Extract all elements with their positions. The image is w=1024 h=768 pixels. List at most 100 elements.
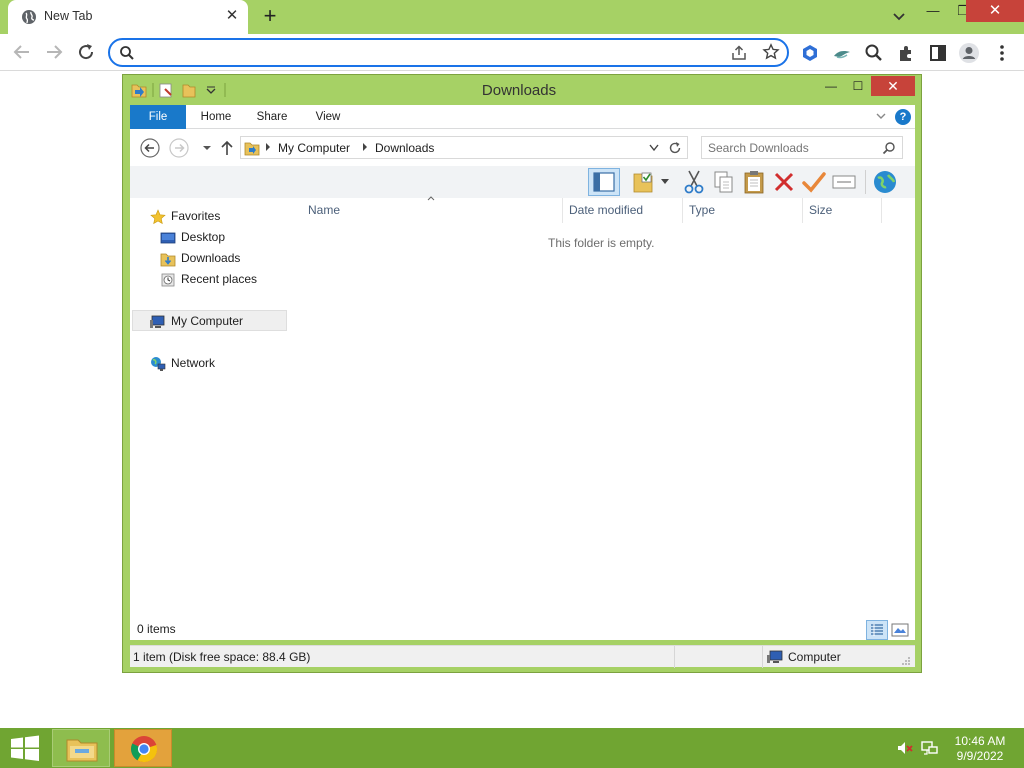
navigation-pane: Favorites Desktop Downloads Recent place… <box>130 198 290 640</box>
nav-item-desktop[interactable]: Desktop <box>160 227 280 248</box>
file-explorer-icon <box>66 739 98 762</box>
globe-icon[interactable] <box>871 168 899 196</box>
explorer-search-box[interactable] <box>701 136 903 159</box>
back-arrow-icon[interactable] <box>139 137 161 159</box>
breadcrumb-separator-icon <box>363 143 367 151</box>
nav-item-recent-places[interactable]: Recent places <box>160 269 285 290</box>
large-icons-view-icon[interactable] <box>889 620 911 640</box>
details-view-icon[interactable] <box>866 620 888 640</box>
taskbar-clock[interactable]: 10:46 AM 9/9/2022 <box>945 734 1015 764</box>
recent-places-icon <box>161 273 175 287</box>
column-header-date-modified[interactable]: Date modified <box>563 198 680 223</box>
nav-label: Desktop <box>181 230 226 244</box>
folder-icon <box>244 142 260 156</box>
taskbar-chrome[interactable] <box>114 729 172 767</box>
expand-ribbon-icon[interactable] <box>874 109 888 123</box>
command-divider <box>865 170 866 194</box>
explorer-window: Downloads — ☐ ✕ File Home Share View ? M… <box>122 74 922 673</box>
browser-close-button[interactable]: ✕ <box>966 0 1024 22</box>
address-dropdown-icon[interactable] <box>648 143 660 153</box>
column-header-size[interactable]: Size <box>803 198 880 223</box>
browser-tab-strip: New Tab ✕ + — ❐ ✕ <box>0 0 1024 34</box>
omnibox-input[interactable] <box>140 43 720 62</box>
breadcrumb-my-computer[interactable]: My Computer <box>278 141 350 155</box>
status-disk-space: 1 item (Disk free space: 88.4 GB) <box>133 650 311 664</box>
clock-date: 9/9/2022 <box>956 749 1004 763</box>
ribbon-tab-share[interactable]: Share <box>246 105 298 129</box>
browser-toolbar <box>0 34 1024 71</box>
forward-arrow-icon[interactable] <box>168 137 190 159</box>
nav-item-favorites[interactable]: Favorites <box>150 206 270 227</box>
browser-tab-new-tab[interactable]: New Tab ✕ <box>8 0 248 34</box>
extension-bird-icon[interactable] <box>831 42 853 64</box>
refresh-button[interactable] <box>663 136 688 159</box>
status-bar: 1 item (Disk free space: 88.4 GB) Comput… <box>130 645 915 668</box>
up-arrow-icon[interactable] <box>216 137 238 159</box>
nav-label: Favorites <box>171 209 221 223</box>
preview-pane-icon[interactable] <box>588 168 620 196</box>
star-icon <box>150 209 166 225</box>
desktop-icon <box>160 232 176 244</box>
ribbon-tab-view[interactable]: View <box>304 105 352 129</box>
forward-arrow-icon[interactable] <box>42 41 66 63</box>
breadcrumb-downloads[interactable]: Downloads <box>375 141 434 155</box>
nav-label: Recent places <box>181 272 258 286</box>
column-header-name[interactable]: Name <box>301 198 560 223</box>
extension-hexagon-icon[interactable] <box>799 42 821 64</box>
zoom-search-icon[interactable] <box>863 42 885 64</box>
explorer-search-input[interactable] <box>708 140 876 156</box>
browser-minimize-button[interactable]: — <box>916 0 950 22</box>
tab-close-icon[interactable]: ✕ <box>224 8 240 24</box>
details-bar: 0 items <box>130 620 915 640</box>
explorer-close-button[interactable]: ✕ <box>871 76 915 96</box>
extensions-icon[interactable] <box>895 42 917 64</box>
ribbon-tabs: File Home Share View ? <box>130 105 915 129</box>
nav-item-downloads[interactable]: Downloads <box>160 248 280 269</box>
breadcrumb-separator-icon <box>266 143 270 151</box>
profile-icon[interactable] <box>958 42 980 64</box>
reload-icon[interactable] <box>74 41 98 63</box>
clock-time: 10:46 AM <box>954 734 1006 748</box>
network-tray-icon[interactable] <box>920 738 940 758</box>
paste-icon[interactable] <box>740 168 768 196</box>
speaker-muted-icon[interactable] <box>895 738 915 758</box>
chevron-down-icon[interactable] <box>887 6 911 28</box>
star-icon[interactable] <box>762 43 780 61</box>
copy-icon[interactable] <box>710 168 738 196</box>
recent-locations-chevron-icon[interactable] <box>196 137 218 159</box>
explorer-title: Downloads <box>481 82 557 99</box>
search-icon <box>882 142 895 155</box>
ribbon-tab-home[interactable]: Home <box>192 105 240 129</box>
folder-options-icon[interactable] <box>630 168 658 196</box>
chevron-down-icon[interactable] <box>660 178 670 186</box>
side-panel-icon[interactable] <box>927 42 949 64</box>
windows-logo-icon[interactable] <box>0 728 50 768</box>
resize-grip-icon[interactable] <box>901 656 911 666</box>
explorer-minimize-button[interactable]: — <box>819 76 843 96</box>
taskbar: 10:46 AM 9/9/2022 <box>0 728 1024 768</box>
new-tab-button[interactable]: + <box>258 5 282 29</box>
ribbon-tab-file[interactable]: File <box>130 105 186 129</box>
cut-icon[interactable] <box>680 168 708 196</box>
nav-label: Network <box>171 356 216 370</box>
chrome-icon <box>131 736 158 763</box>
back-arrow-icon[interactable] <box>10 41 34 63</box>
share-icon[interactable] <box>730 44 748 62</box>
delete-icon[interactable] <box>770 168 798 196</box>
explorer-content: Favorites Desktop Downloads Recent place… <box>130 196 915 640</box>
explorer-title-bar: Downloads — ☐ ✕ <box>123 75 921 104</box>
explorer-address-bar[interactable]: My Computer Downloads <box>240 136 688 159</box>
menu-icon[interactable] <box>991 42 1013 64</box>
check-icon[interactable] <box>800 168 828 196</box>
nav-item-my-computer[interactable]: My Computer <box>132 310 287 331</box>
taskbar-file-explorer[interactable] <box>52 729 110 767</box>
address-bar[interactable] <box>108 38 789 67</box>
status-divider <box>762 646 763 668</box>
rename-icon[interactable] <box>830 168 858 196</box>
network-icon <box>151 357 166 371</box>
help-button[interactable]: ? <box>895 109 911 125</box>
column-header-type[interactable]: Type <box>683 198 800 223</box>
explorer-maximize-button[interactable]: ☐ <box>845 76 871 96</box>
status-location: Computer <box>788 650 841 664</box>
nav-item-network[interactable]: Network <box>150 353 270 374</box>
